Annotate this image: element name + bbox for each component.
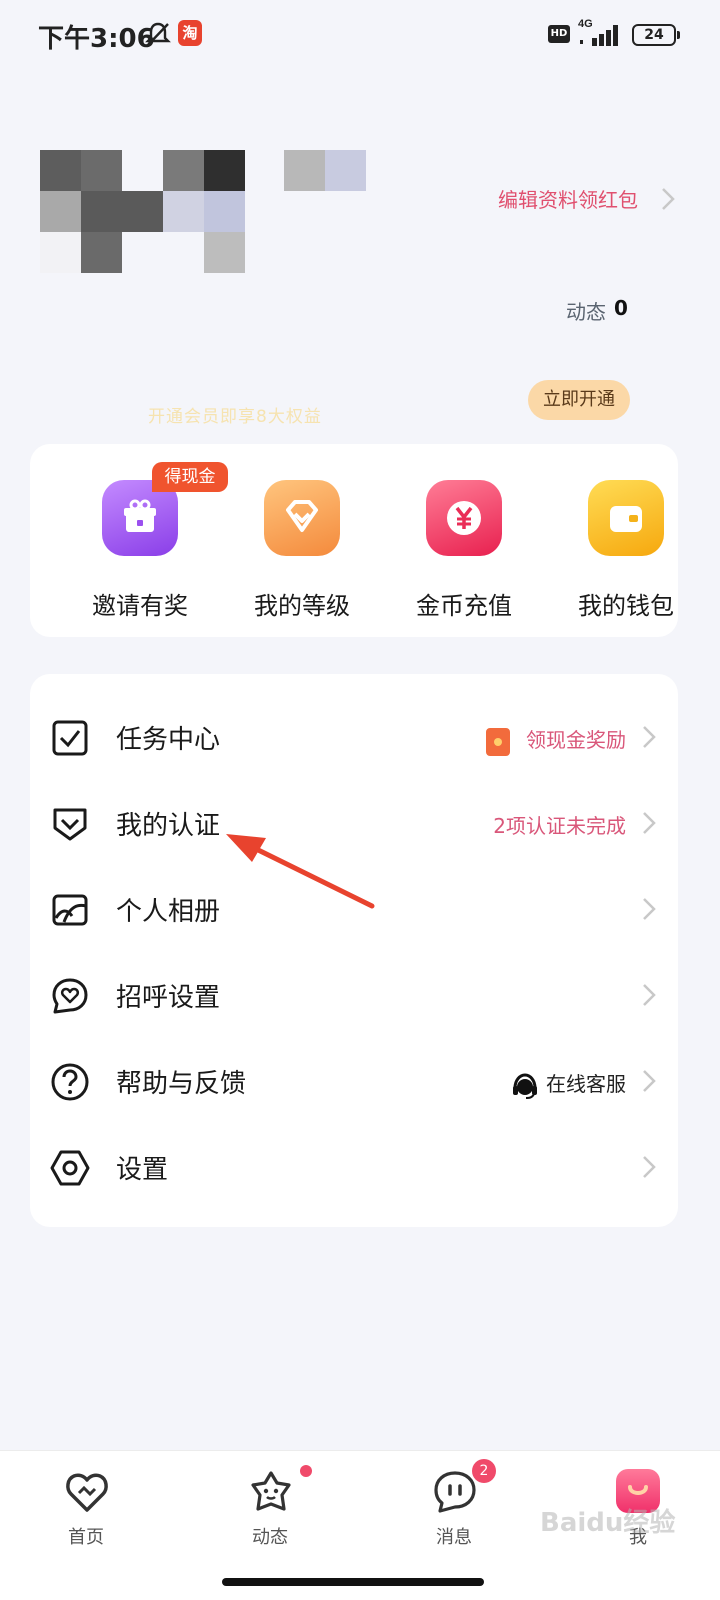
online-service-link[interactable]: 在线客服 <box>510 1068 626 1100</box>
chevron-right-icon[interactable] <box>660 186 676 212</box>
moments-label[interactable]: 动态 <box>566 296 606 325</box>
menu-item-label: 帮助与反馈 <box>116 1069 247 1099</box>
notification-dot <box>300 1465 312 1477</box>
quick-action-label: 金币充值 <box>416 592 512 620</box>
menu-hint-text: 在线客服 <box>546 1072 626 1096</box>
my-wallet-button[interactable]: 我的钱包 <box>556 480 696 620</box>
yen-coin-icon <box>426 480 502 556</box>
menu-item-hint: 领现金奖励 <box>486 724 626 756</box>
vip-open-button[interactable]: 立即开通 <box>528 380 630 420</box>
wallet-icon <box>588 480 664 556</box>
message-icon <box>434 1471 476 1513</box>
nav-messages[interactable]: 2 消息 <box>394 1459 514 1551</box>
quick-action-label: 邀请有奖 <box>92 592 188 620</box>
status-time: 下午3:06 <box>38 24 155 54</box>
edit-profile-link[interactable]: 编辑资料领红包 <box>498 184 638 213</box>
red-envelope-icon <box>486 727 510 756</box>
chevron-right-icon <box>643 1070 656 1092</box>
menu-item-settings[interactable]: 设置 <box>30 1124 678 1210</box>
invite-reward-button[interactable]: 得现金 邀请有奖 <box>70 462 228 620</box>
quick-action-label: 我的等级 <box>254 592 350 620</box>
menu-item-label: 设置 <box>116 1155 169 1185</box>
chevron-right-icon <box>643 812 656 834</box>
moments-count[interactable]: 0 <box>614 296 628 320</box>
star-face-icon <box>251 1471 291 1511</box>
shield-check-icon <box>53 808 87 841</box>
network-type: 4G <box>578 18 593 30</box>
settings-hex-icon <box>50 1150 90 1186</box>
hd-icon: HD <box>548 25 570 43</box>
watermark: Baidu经验 <box>540 1508 676 1538</box>
menu-item-label: 个人相册 <box>116 897 221 927</box>
bell-mute-icon <box>145 22 171 46</box>
chevron-right-icon <box>643 726 656 748</box>
customer-service-icon <box>513 1072 537 1099</box>
my-level-button[interactable]: 我的等级 <box>232 480 372 620</box>
menu-item-label: 招呼设置 <box>116 983 221 1013</box>
battery-indicator: 24 <box>632 24 680 46</box>
coin-recharge-button[interactable]: 金币充值 <box>394 480 534 620</box>
menu-item-label: 我的认证 <box>116 811 221 841</box>
unread-badge: 2 <box>472 1459 496 1483</box>
menu-hint-text: 领现金奖励 <box>526 728 626 752</box>
menu-item-task-center[interactable]: 任务中心 领现金奖励 <box>30 694 678 780</box>
nav-label: 首页 <box>68 1527 104 1548</box>
menu-card: 任务中心 领现金奖励 我的认证 2项认证未完成 个人相册 招呼设置 帮助与反馈 … <box>30 674 678 1227</box>
chevron-right-icon <box>643 1156 656 1178</box>
cash-badge: 得现金 <box>152 462 228 492</box>
signal-icon: 4G <box>578 18 618 46</box>
vip-promo-text: 开通会员即享8大权益 <box>148 407 322 427</box>
nav-moments[interactable]: 动态 <box>210 1461 330 1551</box>
menu-item-greeting-settings[interactable]: 招呼设置 <box>30 952 678 1038</box>
heart-chat-icon <box>52 978 88 1014</box>
quick-actions-card: 得现金 邀请有奖 我的等级 金币充值 我的钱包 <box>30 444 678 637</box>
nav-label: 动态 <box>252 1527 288 1548</box>
avatar[interactable] <box>40 150 370 275</box>
menu-item-label: 任务中心 <box>116 725 221 755</box>
menu-item-help-feedback[interactable]: 帮助与反馈 在线客服 <box>30 1038 678 1124</box>
menu-item-hint: 2项认证未完成 <box>493 814 626 838</box>
help-icon <box>51 1063 89 1101</box>
annotation-arrow <box>226 834 375 909</box>
home-heart-icon <box>66 1473 108 1512</box>
app-notification-icon: 淘 <box>178 20 202 46</box>
home-indicator[interactable] <box>222 1578 484 1586</box>
task-check-icon <box>52 720 88 756</box>
diamond-icon <box>264 480 340 556</box>
chevron-right-icon <box>643 898 656 920</box>
chevron-right-icon <box>643 984 656 1006</box>
status-bar: 下午3:06 淘 HD 4G 24 <box>0 0 720 70</box>
album-icon <box>52 894 88 926</box>
quick-action-label: 我的钱包 <box>578 592 674 620</box>
nav-label: 消息 <box>436 1527 472 1548</box>
nav-home[interactable]: 首页 <box>26 1461 146 1551</box>
